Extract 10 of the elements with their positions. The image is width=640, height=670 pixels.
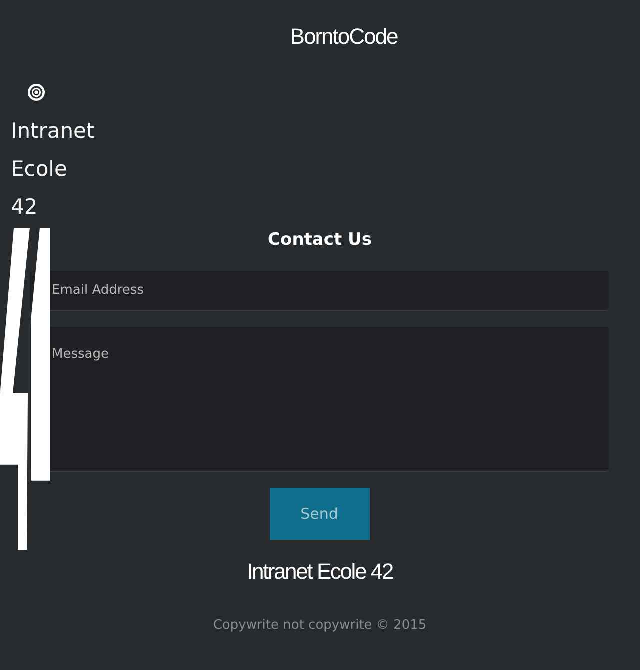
form-heading: Contact Us	[268, 229, 372, 252]
lightning-bolt-icon	[0, 228, 50, 550]
send-button[interactable]: Send	[270, 488, 370, 540]
target-icon	[28, 84, 45, 101]
site-title: BorntoCode	[290, 24, 398, 50]
brand-name: Intranet Ecole 42	[11, 118, 95, 221]
message-field[interactable]: Message	[30, 327, 609, 472]
copyright-text: Copywrite not copywrite © 2015	[213, 617, 427, 635]
footer-title: Intranet Ecole 42	[247, 558, 393, 586]
email-field[interactable]: Email Address	[30, 271, 609, 311]
